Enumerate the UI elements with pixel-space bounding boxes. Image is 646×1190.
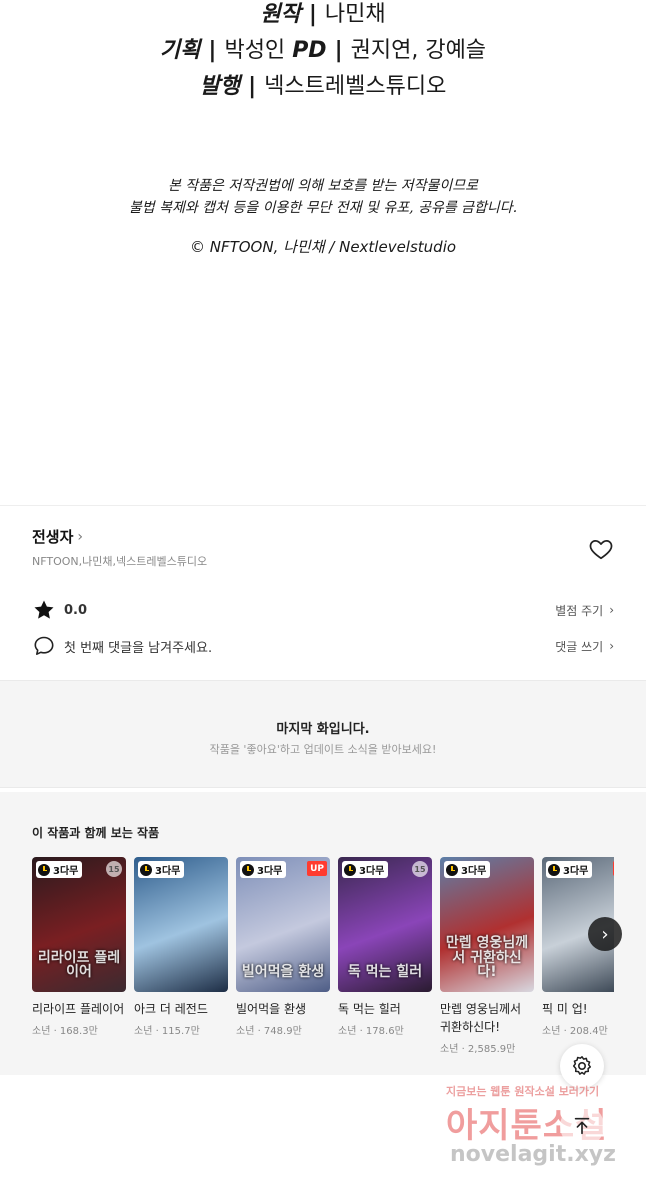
heart-icon <box>589 540 613 560</box>
cover-title-art: 독 먹는 힐러 <box>347 964 423 981</box>
recommendation-title: 만렙 영웅님께서 귀환하신다! <box>440 1002 522 1034</box>
wait-free-badge-label: 3다무 <box>359 866 385 877</box>
arrow-up-icon <box>574 1117 590 1135</box>
scroll-to-top-button[interactable] <box>560 1104 604 1148</box>
wait-free-badge-label: 3다무 <box>563 866 589 877</box>
recommendation-meta: 소년 · 208.4만 <box>542 1026 608 1037</box>
update-badge: UP <box>613 861 614 876</box>
recommendation-meta: 소년 · 178.6만 <box>338 1026 404 1037</box>
clock-icon <box>548 863 560 876</box>
episode-credits-image: 원작 | 나민채 기획 | 박성인 PD | 권지연, 강예슬 발행 | 넥스트레벨스튜디오 본… <box>0 0 646 505</box>
chevron-right-icon: › <box>601 923 609 945</box>
credit-original-label: 원작 <box>260 2 301 27</box>
recommendation-card[interactable]: 3다무 UP 빌어먹을 환생 빌어먹을 환생 소년 · 748.9만 <box>236 857 330 1037</box>
viewer-page: 원작 | 나민채 기획 | 박성인 PD | 권지연, 강예슬 발행 | 넥스트레벨스튜디오 본… <box>0 0 646 1190</box>
rating-value: 0.0 <box>64 602 88 618</box>
recommendation-card[interactable]: 3다무 만렙 영웅님께서 귀환하신다! 만렙 영웅님께서 귀환하신다! 소년 · 2,… <box>440 857 534 1055</box>
clock-icon <box>446 863 458 876</box>
copyright-holders: © NFTOON, 나민채 / Nextlevelstudio <box>189 238 457 256</box>
last-episode-subtitle: 작품을 '좋아요'하고 업데이트 소식을 받아보세요! <box>209 743 437 756</box>
credit-planning-value-1: 박성인 <box>224 38 286 63</box>
copyright-notice-line2: 불법 복제와 캡처 등을 이용한 무단 전재 및 유포, 공유를 금합니다. <box>128 200 518 216</box>
series-title-link[interactable]: 전생자 › <box>32 526 83 547</box>
clock-icon <box>344 863 356 876</box>
credit-planning-value-2: 권지연, 강예슬 <box>350 38 487 63</box>
wait-free-badge-label: 3다무 <box>53 866 79 877</box>
chevron-right-icon: › <box>609 603 614 617</box>
cover-title-art: 리라이프 플레이어 <box>37 949 121 981</box>
wait-free-badge: 3다무 <box>240 861 287 878</box>
last-episode-notice: 마지막 화입니다. 작품을 '좋아요'하고 업데이트 소식을 받아보세요! <box>0 680 646 788</box>
recommendation-cover: 3다무 UP 빌어먹을 환생 <box>236 857 330 992</box>
gear-icon <box>572 1056 592 1075</box>
rating-row: 0.0 별점 주기 › <box>32 598 614 622</box>
wait-free-badge-label: 3다무 <box>155 866 181 877</box>
recommendation-card[interactable]: 3다무아크 더 레전드소년 · 115.7만 <box>134 857 228 1037</box>
cover-title-art: 만렙 영웅님께서 귀환하신다! <box>445 934 529 981</box>
recommendation-meta: 소년 · 748.9만 <box>236 1026 302 1037</box>
recommendation-meta: 소년 · 168.3만 <box>32 1026 98 1037</box>
wait-free-badge: 3다무 <box>342 861 389 878</box>
recommendation-card[interactable]: 3다무 15 리라이프 플레이어 리라이프 플레이어 소년 · 168.3만 <box>32 857 126 1037</box>
series-title: 전생자 <box>32 528 74 546</box>
star-icon <box>34 600 54 619</box>
comment-bubble-icon <box>34 636 54 655</box>
copyright-notice-line1: 본 작품은 저작권법에 의해 보호를 받는 저작물이므로 <box>167 178 479 194</box>
recommendation-meta: 소년 · 115.7만 <box>134 1026 200 1037</box>
credit-publish-value: 넥스트레벨스튜디오 <box>264 74 447 99</box>
series-authors: NFTOON,나민채,넥스트레벨스튜디오 <box>32 555 208 568</box>
recommendation-cover: 3다무 15 독 먹는 힐러 <box>338 857 432 992</box>
credit-publish: 발행 | 넥스트레벨스튜디오 <box>199 74 447 99</box>
write-comment-button[interactable]: 댓글 쓰기 › <box>555 638 614 655</box>
recommendation-carousel[interactable]: 3다무 15 리라이프 플레이어 리라이프 플레이어 소년 · 168.3만 3다무 아크 … <box>32 857 614 1067</box>
recommendation-title: 리라이프 플레이어 <box>32 1002 125 1016</box>
recommendation-title: 빌어먹을 환생 <box>236 1002 307 1016</box>
credit-planning: 기획 | 박성인 PD | 권지연, 강예슬 <box>159 38 487 63</box>
rate-button-label: 별점 주기 <box>555 603 604 618</box>
wait-free-badge-label: 3다무 <box>257 866 283 877</box>
cover-title-art: 빌어먹을 환생 <box>241 964 325 981</box>
wait-free-badge-label: 3다무 <box>461 866 487 877</box>
recommendation-cover: 3다무 <box>134 857 228 992</box>
credit-planning-label: 기획 <box>159 38 201 63</box>
chevron-right-icon: › <box>609 639 614 653</box>
write-comment-label: 댓글 쓰기 <box>555 639 604 654</box>
chevron-right-icon: › <box>77 528 84 545</box>
wait-free-badge: 3다무 <box>444 861 491 878</box>
clock-icon <box>38 863 50 876</box>
settings-button[interactable] <box>560 1044 604 1088</box>
clock-icon <box>242 863 254 876</box>
comment-row: 첫 번째 댓글을 남겨주세요. 댓글 쓰기 › <box>32 634 614 658</box>
recommendation-card[interactable]: 3다무 15 독 먹는 힐러 독 먹는 힐러 소년 · 178.6만 <box>338 857 432 1037</box>
wait-free-badge: 3다무 <box>546 861 593 878</box>
wait-free-badge: 3다무 <box>36 861 83 878</box>
recommendations-section: 이 작품과 함께 보는 작품 3다무 15 리라이프 플레이어 리라이프 플레이어 소년… <box>0 792 646 1075</box>
rate-button[interactable]: 별점 주기 › <box>555 602 614 619</box>
series-info: 전생자 › NFTOON,나민채,넥스트레벨스튜디오 0.0 별점 주기 › 첫… <box>0 505 646 677</box>
credit-publish-label: 발행 <box>199 74 241 99</box>
recommendation-title: 독 먹는 힐러 <box>338 1002 401 1016</box>
recommendation-meta: 소년 · 2,585.9만 <box>440 1044 516 1055</box>
wait-free-badge: 3다무 <box>138 861 185 878</box>
recommendation-cover: 3다무 15 리라이프 플레이어 <box>32 857 126 992</box>
recommendations-heading: 이 작품과 함께 보는 작품 <box>32 826 160 840</box>
recommendation-title: 아크 더 레전드 <box>134 1002 208 1016</box>
age-rating-badge: 15 <box>412 861 428 877</box>
update-badge: UP <box>307 861 327 876</box>
recommendation-title: 픽 미 업! <box>542 1002 588 1016</box>
credit-original: 원작 | 나민채 <box>260 2 386 27</box>
credit-original-value: 나민채 <box>324 2 386 27</box>
comment-prompt: 첫 번째 댓글을 남겨주세요. <box>64 640 213 656</box>
credit-planning-pd: PD <box>292 38 327 63</box>
like-heart-button[interactable] <box>588 536 614 562</box>
watermark-tagline: 지금보는 웹툰 원작소설 보러가기 <box>446 1085 600 1098</box>
age-rating-badge: 15 <box>106 861 122 877</box>
recommendation-cover: 3다무만렙 영웅님께서 귀환하신다! <box>440 857 534 992</box>
clock-icon <box>140 863 152 876</box>
last-episode-title: 마지막 화입니다. <box>276 722 370 737</box>
carousel-next-button[interactable]: › <box>588 917 622 951</box>
